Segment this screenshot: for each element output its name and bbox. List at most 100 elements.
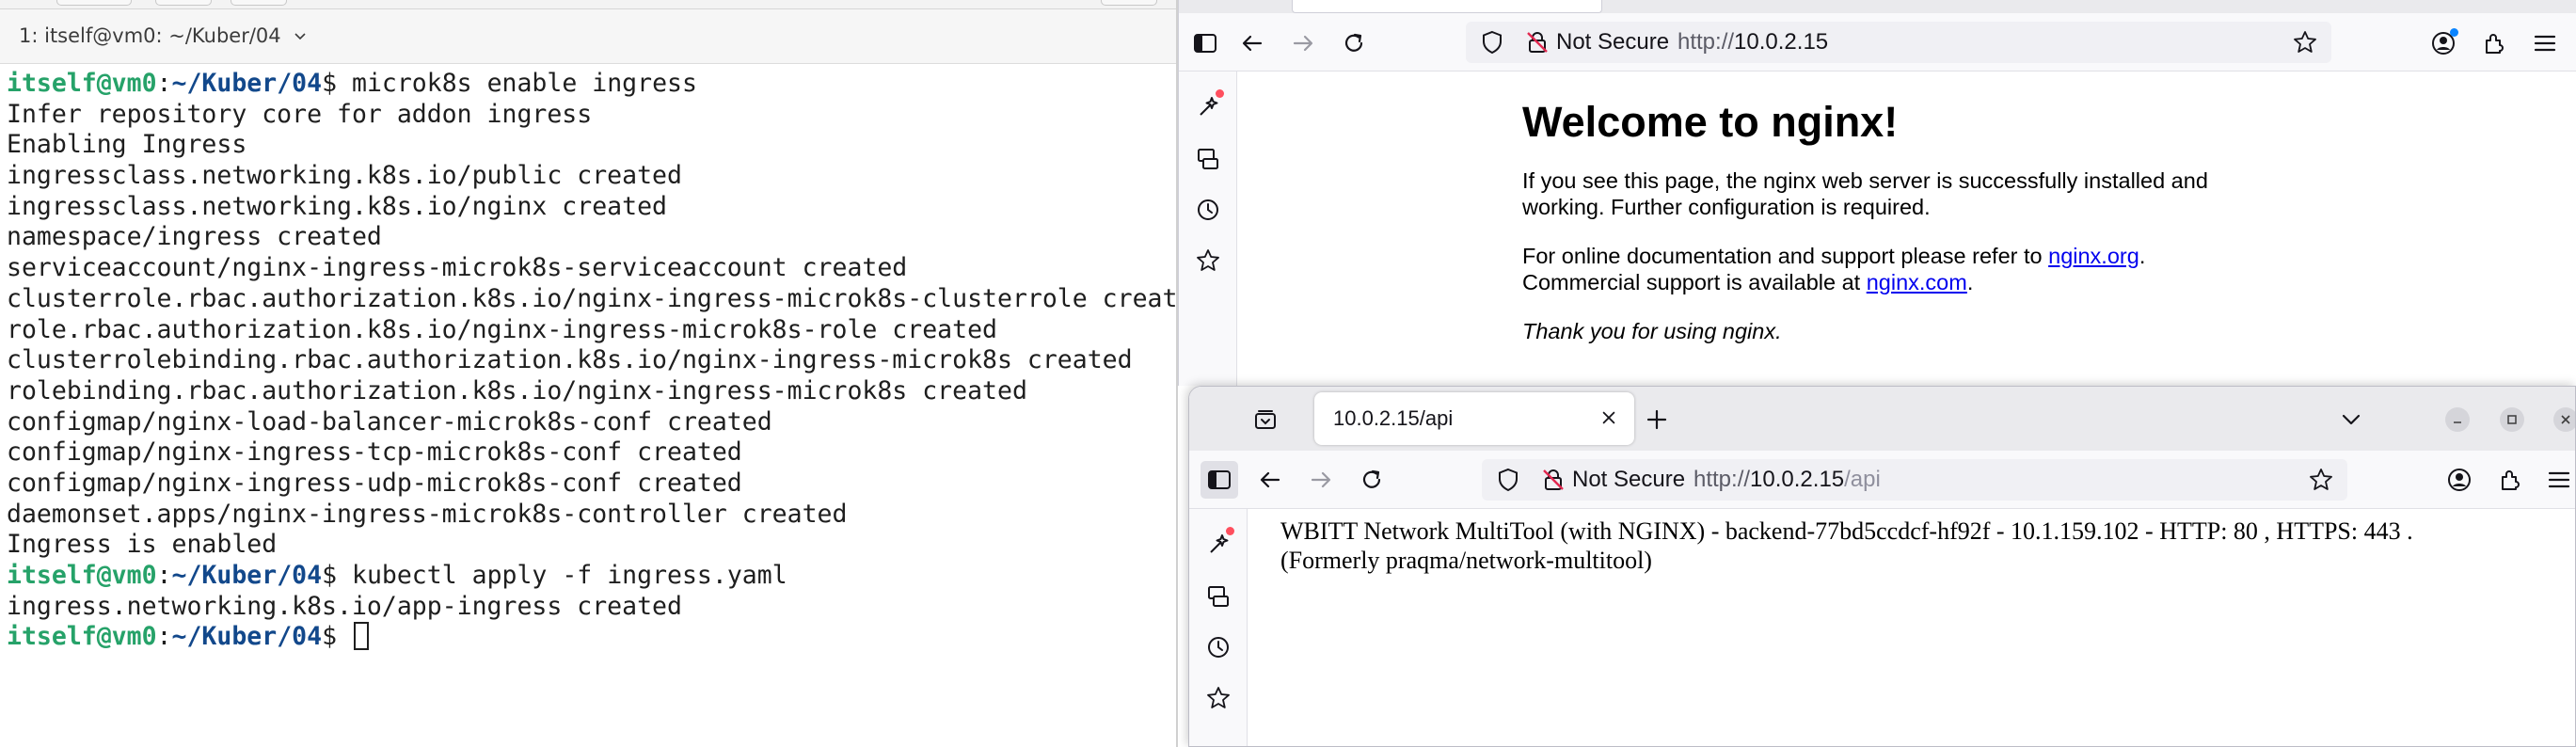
support-paragraph: For online documentation and support ple… — [1522, 243, 2256, 295]
terminal-output-text: configmap/nginx-load-balancer-microk8s-c… — [7, 406, 772, 437]
nginx-welcome-page: Welcome to nginx! If you see this page, … — [1522, 98, 2256, 367]
browser-tab-strip — [1179, 0, 2576, 13]
terminal-output-text: ingressclass.networking.k8s.io/nginx cre… — [7, 191, 667, 221]
terminal-line: ingressclass.networking.k8s.io/public cr… — [7, 161, 1178, 192]
history-clock-icon[interactable] — [1190, 192, 1226, 228]
browser-window-nginx[interactable]: Not Secure http://10.0.2.15 Welcome to n… — [1178, 0, 2576, 386]
reload-icon[interactable] — [1335, 24, 1373, 62]
new-tab-plus-icon[interactable] — [1639, 402, 1675, 437]
thanks-text: Thank you for using nginx. — [1522, 319, 1782, 343]
sidebar-toggle-icon[interactable] — [1186, 24, 1224, 62]
navigation-toolbar: Not Secure http://10.0.2.15 — [1179, 13, 2576, 72]
prompt-path: ~/Kuber/04 — [171, 622, 323, 652]
support-text: For online documentation and support ple… — [1522, 244, 2049, 268]
window-close-icon[interactable] — [2553, 407, 2575, 432]
terminal-output-text: clusterrolebinding.rbac.authorization.k8… — [7, 345, 1133, 375]
browser-window-api[interactable]: 10.0.2.15/api Not Secure http://10.0.2.1… — [1188, 386, 2576, 747]
account-icon[interactable] — [2425, 24, 2462, 62]
terminal-tab[interactable]: 1: itself@vm0: ~/Kuber/04 — [19, 24, 308, 47]
prompt-separator: : — [156, 561, 172, 590]
sidebar-toggle-icon[interactable] — [1201, 461, 1238, 499]
terminal-window[interactable]: 1: itself@vm0: ~/Kuber/04 itself@vm0:~/K… — [0, 0, 1207, 747]
not-secure-label[interactable]: Not Secure — [1556, 29, 1669, 56]
terminal-output-text: role.rbac.authorization.k8s.io/nginx-ing… — [7, 314, 997, 344]
terminal-line: configmap/nginx-ingress-udp-microk8s-con… — [7, 469, 1178, 500]
menu-hamburger-icon[interactable] — [2540, 461, 2575, 499]
url-scheme: http:// — [1693, 467, 1751, 492]
terminal-top-strip — [0, 0, 1178, 9]
prompt-dollar: $ — [322, 69, 352, 98]
prompt-user: itself@vm0 — [7, 622, 157, 652]
terminal-line: serviceaccount/nginx-ingress-microk8s-se… — [7, 253, 1178, 284]
tab-close-icon[interactable] — [1595, 404, 1623, 432]
commercial-text: Commercial support is available at — [1522, 270, 1867, 294]
window-maximize-icon[interactable] — [2500, 407, 2524, 432]
nginx-org-link[interactable]: nginx.org — [2048, 244, 2139, 268]
address-bar[interactable]: Not Secure http://10.0.2.15 — [1466, 22, 2331, 63]
terminal-line: itself@vm0:~/Kuber/04$ microk8s enable i… — [7, 69, 1178, 100]
url-host: 10.0.2.15 — [1750, 467, 1845, 492]
url-path: /api — [1844, 467, 1881, 492]
tab-groups-icon[interactable] — [1248, 402, 1283, 437]
forward-arrow-icon[interactable] — [1284, 24, 1322, 62]
address-bar[interactable]: Not Secure http://10.0.2.15/api — [1482, 459, 2347, 501]
bookmarks-star-icon[interactable] — [1190, 243, 1226, 278]
terminal-output-text: rolebinding.rbac.authorization.k8s.io/ng… — [7, 375, 1027, 405]
prompt-user: itself@vm0 — [7, 561, 157, 590]
terminal-output-text: serviceaccount/nginx-ingress-microk8s-se… — [7, 253, 908, 283]
history-clock-icon[interactable] — [1201, 629, 1236, 665]
prompt-separator: : — [156, 622, 172, 652]
prompt-path: ~/Kuber/04 — [171, 69, 323, 98]
forward-arrow-icon[interactable] — [1302, 461, 1340, 499]
terminal-top-button[interactable] — [1101, 0, 1157, 6]
synced-tabs-icon[interactable] — [1190, 141, 1226, 177]
terminal-line: namespace/ingress created — [7, 222, 1178, 253]
url-scheme: http:// — [1678, 29, 1735, 55]
prompt-dollar: $ — [322, 622, 352, 652]
ai-assistant-icon[interactable] — [1190, 89, 1226, 125]
url-text[interactable]: http://10.0.2.15/api — [1693, 467, 1881, 493]
terminal-output[interactable]: itself@vm0:~/Kuber/04$ microk8s enable i… — [0, 65, 1207, 747]
bookmarks-star-icon[interactable] — [1201, 680, 1236, 716]
prompt-dollar: $ — [322, 561, 352, 590]
insecure-lock-icon[interactable] — [1540, 467, 1566, 493]
shield-icon[interactable] — [1495, 467, 1521, 493]
notification-dot — [1216, 89, 1224, 98]
not-secure-label[interactable]: Not Secure — [1572, 467, 1685, 493]
insecure-lock-icon[interactable] — [1524, 29, 1550, 56]
terminal-top-button[interactable] — [155, 0, 212, 6]
thanks-paragraph: Thank you for using nginx. — [1522, 318, 2256, 344]
browser-tab[interactable] — [1292, 0, 1602, 13]
support-text-period: . — [2139, 244, 2146, 268]
prompt-separator: : — [156, 69, 172, 98]
bookmark-star-icon[interactable] — [2292, 29, 2318, 56]
tab-label: 10.0.2.15/api — [1333, 406, 1454, 430]
ai-assistant-icon[interactable] — [1201, 527, 1236, 563]
api-response-line: (Formerly praqma/network-multitool) — [1280, 547, 1652, 574]
bookmark-star-icon[interactable] — [2308, 467, 2334, 493]
nginx-com-link[interactable]: nginx.com — [1867, 270, 1967, 294]
url-text[interactable]: http://10.0.2.15 — [1678, 29, 1828, 56]
extensions-icon[interactable] — [2491, 461, 2529, 499]
shield-icon[interactable] — [1479, 29, 1505, 56]
account-icon[interactable] — [2441, 461, 2478, 499]
terminal-command: microk8s enable ingress — [351, 69, 697, 98]
terminal-tab-bar: 1: itself@vm0: ~/Kuber/04 — [0, 9, 1178, 64]
prompt-user: itself@vm0 — [7, 69, 157, 98]
terminal-top-button[interactable] — [56, 0, 132, 6]
terminal-command: kubectl apply -f ingress.yaml — [351, 561, 787, 590]
page-heading: Welcome to nginx! — [1522, 98, 1899, 146]
terminal-top-button[interactable] — [231, 0, 287, 6]
window-minimize-icon[interactable] — [2445, 407, 2470, 432]
back-arrow-icon[interactable] — [1233, 24, 1271, 62]
terminal-line: role.rbac.authorization.k8s.io/nginx-ing… — [7, 315, 1178, 346]
browser-tab-api[interactable]: 10.0.2.15/api — [1314, 392, 1634, 445]
extensions-icon[interactable] — [2475, 24, 2513, 62]
synced-tabs-icon[interactable] — [1201, 579, 1236, 614]
notification-dot — [1226, 527, 1234, 535]
back-arrow-icon[interactable] — [1251, 461, 1289, 499]
chevron-down-icon[interactable] — [293, 28, 308, 43]
tab-list-chevron-icon[interactable] — [2333, 402, 2369, 437]
menu-hamburger-icon[interactable] — [2526, 24, 2564, 62]
reload-icon[interactable] — [1353, 461, 1391, 499]
